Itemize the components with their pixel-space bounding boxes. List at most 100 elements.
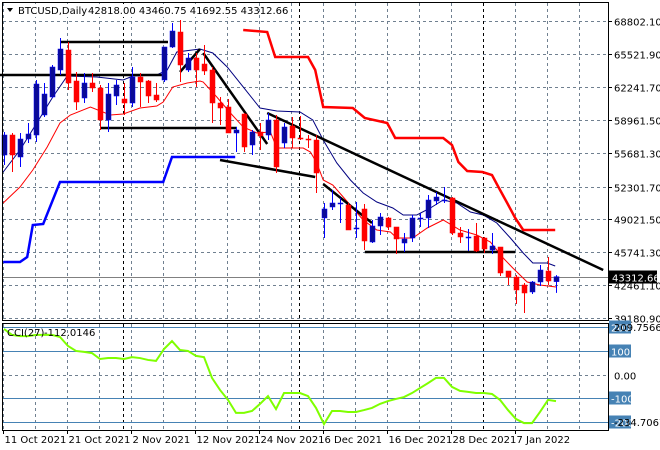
y-tick-label: 65521.90 bbox=[614, 51, 660, 62]
candle-body bbox=[113, 84, 120, 97]
candle bbox=[553, 275, 560, 293]
candle bbox=[105, 82, 112, 133]
trading-chart: 68802.10 65521.90 62241.70 58961.50 55681.30… bbox=[0, 2, 660, 446]
candle-body bbox=[33, 83, 40, 136]
candles bbox=[1, 19, 560, 313]
candle-body bbox=[89, 82, 96, 89]
candle bbox=[65, 42, 72, 90]
candle-body bbox=[505, 270, 512, 278]
candle-body bbox=[121, 98, 128, 104]
axes: 68802.10 65521.90 62241.70 58961.50 55681.30… bbox=[3, 18, 660, 446]
last-price-label: 43312.66 bbox=[612, 274, 660, 285]
candle-body bbox=[57, 48, 64, 71]
y-tick-label: 68802.10 bbox=[614, 18, 660, 29]
candle-body bbox=[377, 216, 384, 227]
candle-body bbox=[401, 238, 408, 244]
candle-body bbox=[497, 246, 504, 274]
candle-body bbox=[489, 245, 496, 251]
candle-body bbox=[441, 199, 448, 202]
candle-body bbox=[25, 133, 32, 140]
candle bbox=[169, 22, 176, 49]
channel-low-line bbox=[3, 155, 236, 264]
cci-level-label: 0.00 bbox=[614, 372, 636, 383]
candle bbox=[249, 129, 256, 156]
y-tick-label: 52301.70 bbox=[614, 184, 660, 195]
candle-body bbox=[97, 87, 104, 121]
candle-body bbox=[129, 76, 136, 104]
candle bbox=[265, 112, 272, 140]
cci-level-label: -100 bbox=[611, 395, 634, 406]
candle bbox=[337, 198, 344, 223]
cci-range-top: 209.7566 bbox=[614, 323, 660, 334]
candle-body bbox=[137, 76, 144, 83]
candle-body bbox=[353, 227, 360, 230]
candle bbox=[241, 112, 248, 153]
candle bbox=[57, 38, 64, 76]
candle-body bbox=[9, 134, 16, 156]
candle-body bbox=[161, 46, 168, 81]
x-tick-label: 11 Oct 2021 bbox=[5, 435, 67, 446]
candle-body bbox=[169, 30, 176, 48]
candle bbox=[49, 65, 56, 99]
candle bbox=[401, 232, 408, 253]
candle-body bbox=[409, 217, 416, 239]
candle bbox=[145, 79, 152, 103]
cci-value: -112.0146 bbox=[44, 328, 95, 339]
candle-body bbox=[465, 236, 472, 239]
candle-body bbox=[209, 69, 216, 104]
cci-range-bottom: -234.7067 bbox=[614, 418, 660, 429]
chart-header: BTCUSD,Daily 42818.00 43460.75 41692.55 … bbox=[4, 4, 288, 17]
cci-panel bbox=[3, 327, 608, 427]
x-tick-label: 6 Dec 2021 bbox=[325, 435, 383, 446]
candle bbox=[449, 196, 456, 236]
candle-body bbox=[273, 119, 280, 168]
trendlines bbox=[0, 40, 604, 272]
candle bbox=[273, 115, 280, 174]
candle-body bbox=[537, 269, 544, 283]
candle-body bbox=[201, 63, 208, 72]
candle-body bbox=[265, 119, 272, 136]
candle-body bbox=[369, 225, 376, 243]
candle-body bbox=[313, 139, 320, 174]
candle bbox=[473, 222, 480, 253]
candle-body bbox=[73, 80, 80, 103]
candle bbox=[217, 96, 224, 125]
candle-body bbox=[185, 57, 192, 71]
candle-body bbox=[233, 129, 240, 134]
candle-body bbox=[337, 202, 344, 205]
candle bbox=[321, 202, 328, 239]
candle-body bbox=[385, 217, 392, 228]
candle-body bbox=[321, 208, 328, 219]
candle bbox=[225, 99, 232, 134]
candle bbox=[177, 19, 184, 83]
cci-header: CCI(27) -112.0146 bbox=[7, 328, 95, 339]
candle-body bbox=[281, 126, 288, 144]
candle bbox=[9, 132, 16, 173]
candle-body bbox=[41, 93, 48, 116]
candle-body bbox=[345, 204, 352, 231]
candle-body bbox=[329, 202, 336, 208]
candle-body bbox=[225, 106, 232, 134]
grid bbox=[3, 3, 608, 430]
candle-body bbox=[425, 199, 432, 219]
candle-body bbox=[289, 125, 296, 139]
x-tick-label: 12 Nov 2021 bbox=[197, 435, 261, 446]
candle bbox=[97, 84, 104, 130]
candle-body bbox=[217, 102, 224, 109]
candle bbox=[41, 82, 48, 117]
candle bbox=[33, 79, 40, 143]
candle bbox=[281, 122, 288, 149]
candle-body bbox=[297, 137, 304, 140]
y-tick-label: 58961.50 bbox=[614, 117, 660, 128]
candle bbox=[377, 212, 384, 236]
candle bbox=[513, 275, 520, 304]
candle bbox=[409, 215, 416, 243]
candle-body bbox=[257, 131, 264, 137]
candle bbox=[161, 46, 168, 83]
cci-line bbox=[3, 328, 557, 427]
y-tick-label: 49021.50 bbox=[614, 216, 660, 227]
candle bbox=[185, 52, 192, 73]
candle-body bbox=[457, 232, 464, 238]
candle bbox=[361, 203, 368, 250]
candle-body bbox=[529, 281, 536, 293]
